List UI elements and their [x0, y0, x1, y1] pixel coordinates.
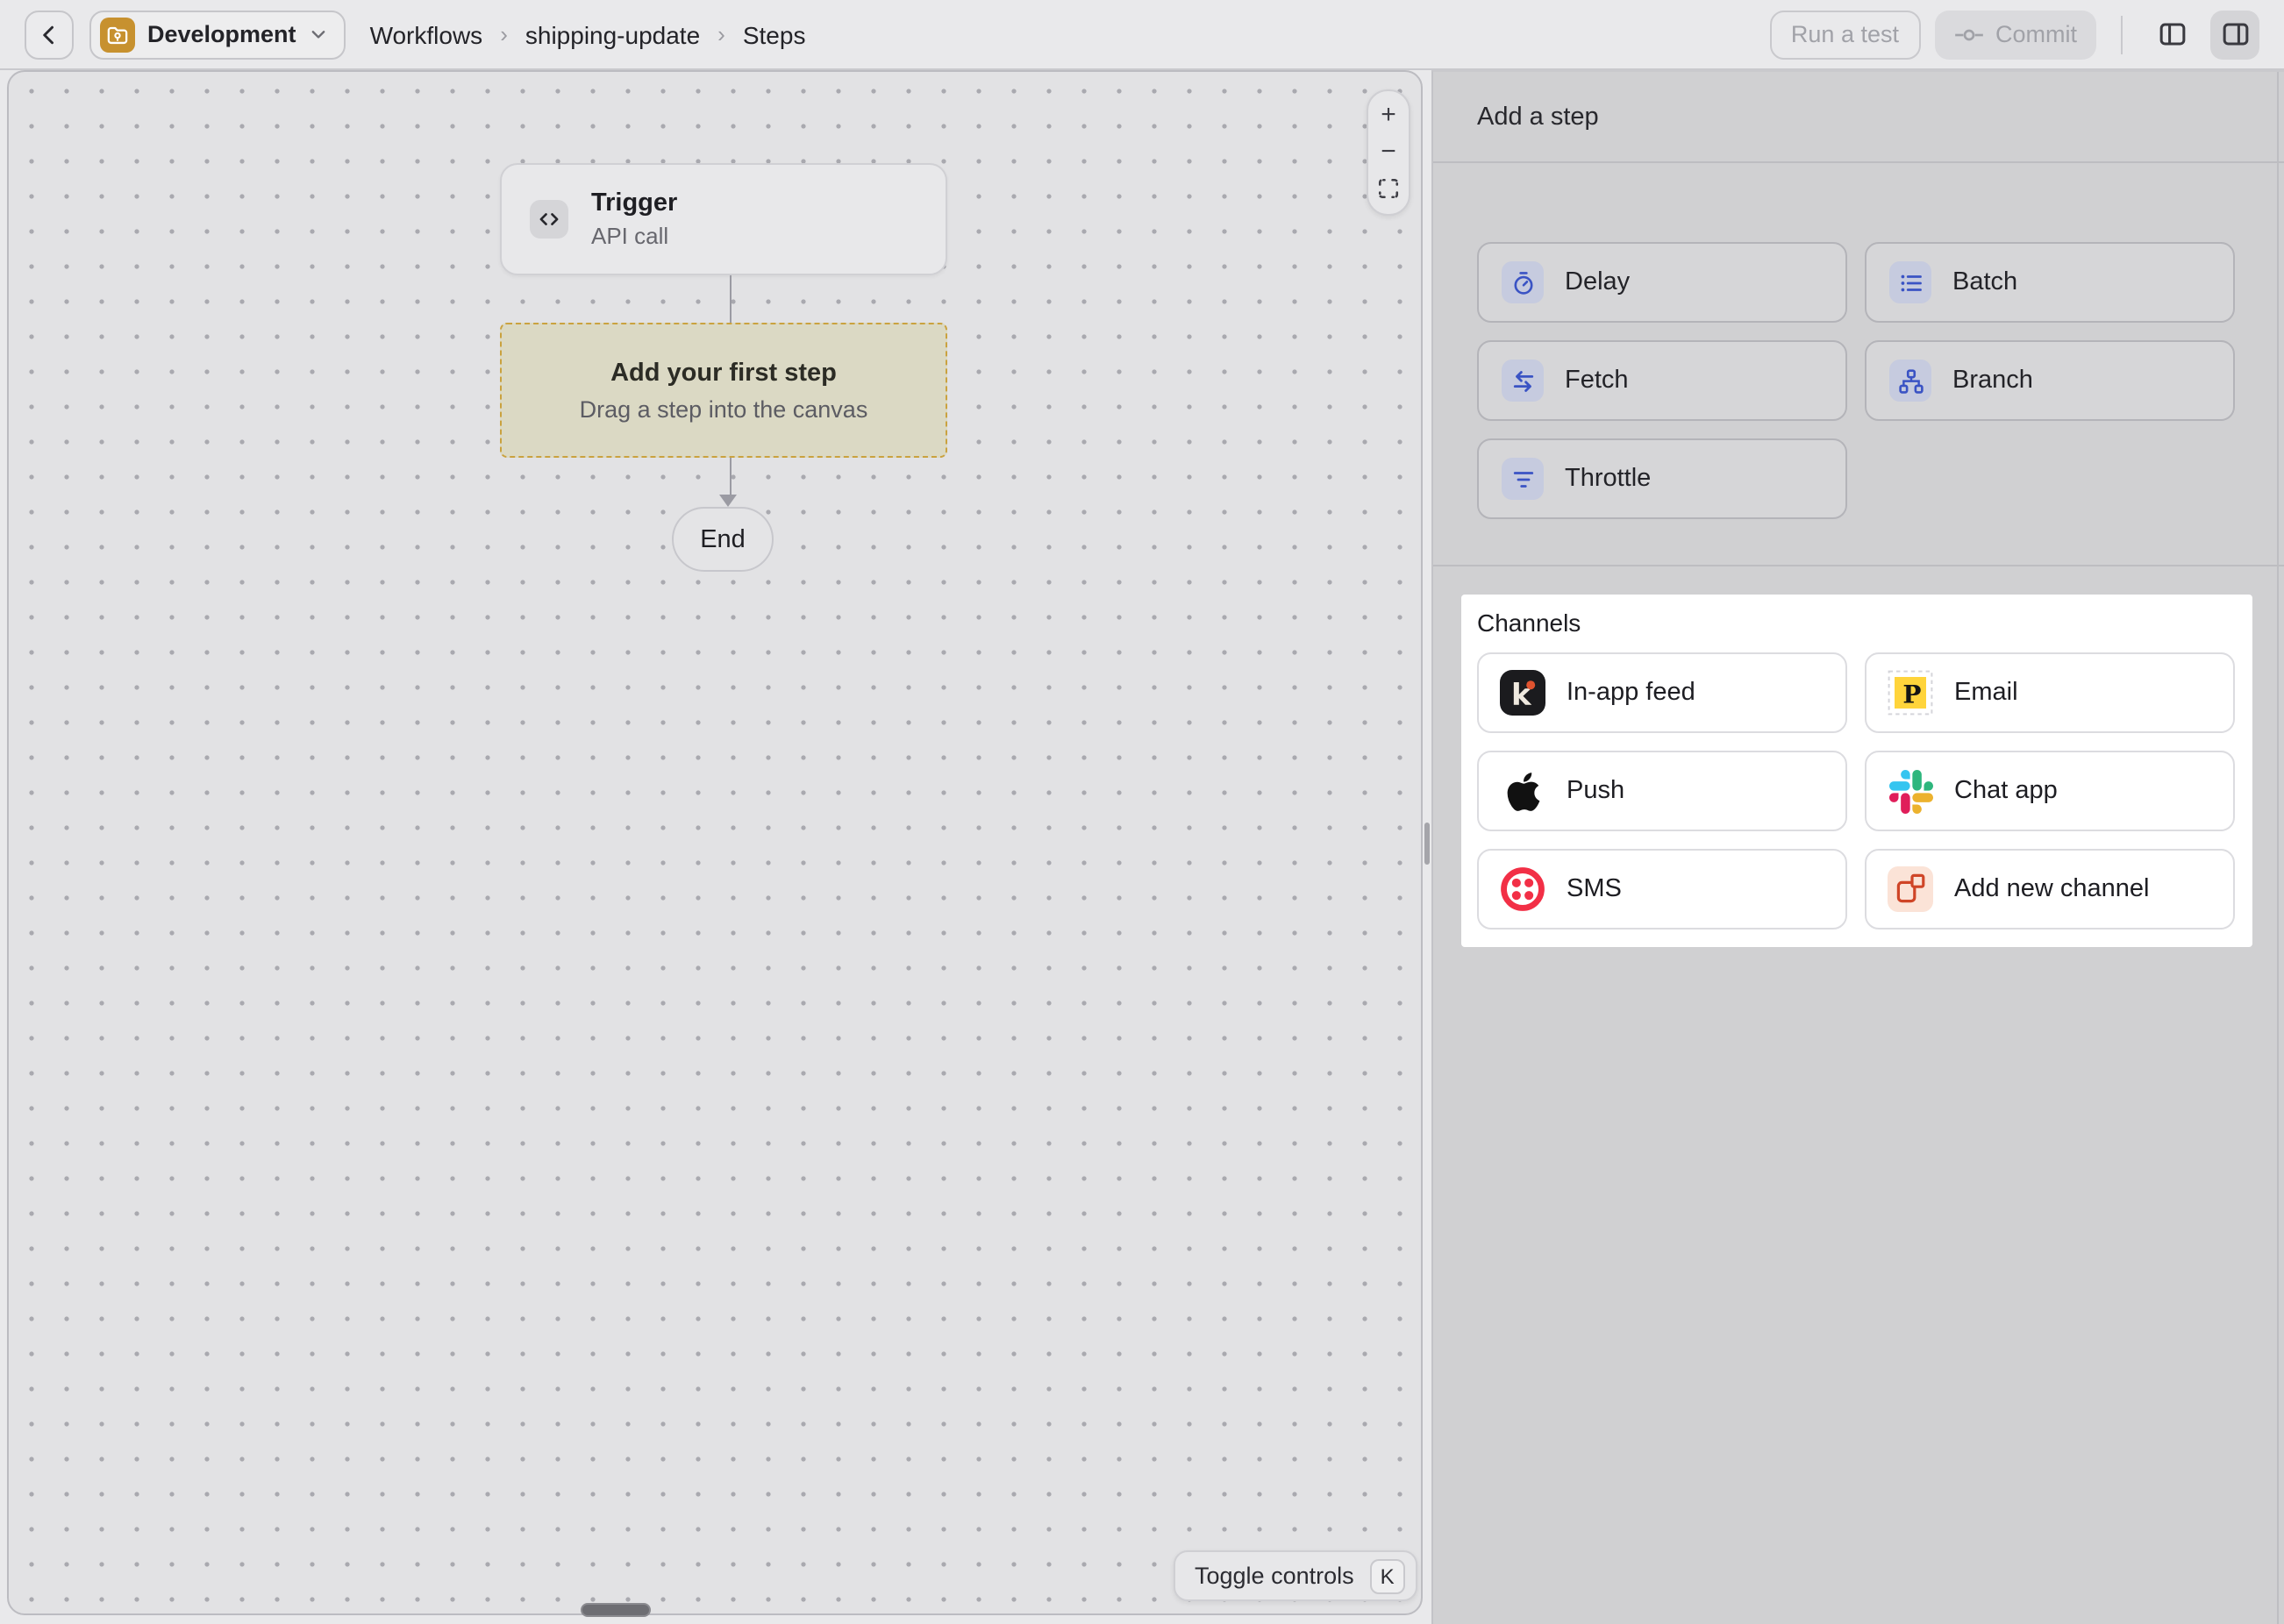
dropzone-subtitle: Drag a step into the canvas — [580, 395, 868, 422]
trigger-node-title: Trigger — [591, 188, 677, 221]
workflow-builder-app: Development Workflows › shipping-update … — [0, 0, 2284, 1624]
toggle-right-panel-button[interactable] — [2210, 10, 2259, 59]
fetch-arrows-icon — [1502, 360, 1544, 402]
channel-label: In-app feed — [1567, 679, 1695, 707]
add-channel-blocks-icon — [1888, 866, 1933, 912]
functions-grid: Delay Batch — [1477, 242, 2235, 519]
git-commit-icon — [1953, 25, 1983, 43]
add-first-step-dropzone[interactable]: Add your first step Drag a step into the… — [500, 323, 947, 458]
channel-chat-app-button[interactable]: Chat app — [1865, 751, 2235, 831]
function-label: Delay — [1565, 268, 1630, 296]
minus-icon: − — [1381, 137, 1396, 168]
fit-view-button[interactable] — [1370, 171, 1407, 206]
channel-email-button[interactable]: P Email — [1865, 652, 2235, 733]
channel-sms-button[interactable]: SMS — [1477, 849, 1847, 930]
postmark-logo-icon: P — [1888, 670, 1933, 716]
function-throttle-button[interactable]: Throttle — [1477, 438, 1847, 519]
panel-header: Add a step — [1433, 72, 2284, 163]
channel-label: Add new channel — [1954, 875, 2150, 903]
breadcrumb-separator: › — [500, 21, 508, 47]
trigger-node[interactable]: Trigger API call — [500, 163, 947, 275]
delay-stopwatch-icon — [1502, 261, 1544, 303]
toolbar-divider — [2121, 15, 2123, 53]
commit-button[interactable]: Commit — [1934, 10, 2096, 59]
toggle-controls-label: Toggle controls — [1195, 1563, 1354, 1589]
back-button[interactable] — [25, 10, 74, 59]
environment-label: Development — [147, 21, 296, 47]
function-label: Throttle — [1565, 465, 1651, 493]
panel-title: Add a step — [1477, 103, 1599, 131]
channel-label: SMS — [1567, 875, 1622, 903]
channel-label: Push — [1567, 777, 1624, 805]
panel-scrollbar-track[interactable] — [2277, 72, 2279, 1624]
connector-line — [729, 275, 732, 323]
channels-section-label: Channels — [1477, 609, 1581, 637]
zoom-in-button[interactable]: + — [1370, 99, 1407, 134]
toggle-controls-button[interactable]: Toggle controls K — [1174, 1550, 1417, 1601]
environment-folder-icon — [100, 17, 135, 52]
end-node-label: End — [700, 525, 746, 553]
channel-in-app-feed-button[interactable]: k In-app feed — [1477, 652, 1847, 733]
panel-right-icon — [2220, 19, 2250, 49]
function-label: Batch — [1952, 268, 2017, 296]
add-step-panel: Add a step Functions Delay — [1431, 70, 2284, 1624]
chevron-down-icon — [309, 25, 328, 44]
apple-logo-icon — [1500, 768, 1545, 814]
toolbar-actions: Run a test Commit — [1770, 10, 2259, 59]
function-label: Fetch — [1565, 367, 1629, 395]
section-divider — [1433, 565, 2284, 566]
end-node: End — [672, 507, 774, 572]
trigger-node-subtitle: API call — [591, 221, 677, 251]
plus-icon: + — [1381, 101, 1396, 132]
zoom-out-button[interactable]: − — [1370, 135, 1407, 170]
fit-view-icon — [1377, 177, 1400, 200]
channel-label: Chat app — [1954, 777, 2058, 805]
dropzone-title: Add your first step — [610, 359, 837, 387]
knock-logo-icon: k — [1500, 670, 1545, 716]
function-branch-button[interactable]: Branch — [1865, 340, 2235, 421]
slack-logo-icon — [1888, 768, 1933, 814]
breadcrumb-steps[interactable]: Steps — [743, 20, 806, 48]
canvas-zoom-controls: + − — [1367, 89, 1410, 216]
function-label: Branch — [1952, 367, 2033, 395]
breadcrumb: Workflows › shipping-update › Steps — [370, 20, 806, 48]
channels-grid: k In-app feed P Email — [1477, 652, 2235, 930]
connector-arrowhead-icon — [719, 495, 737, 507]
add-new-channel-button[interactable]: Add new channel — [1865, 849, 2235, 930]
breadcrumb-workflows[interactable]: Workflows — [370, 20, 483, 48]
function-delay-button[interactable]: Delay — [1477, 242, 1847, 323]
toolbar: Development Workflows › shipping-update … — [0, 0, 2284, 70]
channel-push-button[interactable]: Push — [1477, 751, 1847, 831]
code-icon — [530, 200, 568, 239]
horizontal-scrollbar-thumb[interactable] — [581, 1603, 651, 1617]
commit-label: Commit — [1995, 21, 2077, 47]
keyboard-shortcut-key: K — [1370, 1558, 1405, 1593]
twilio-logo-icon — [1500, 866, 1545, 912]
workflow-canvas[interactable]: Trigger API call Add your first step Dra… — [7, 70, 1423, 1615]
vertical-scrollbar-thumb[interactable] — [1424, 823, 1430, 865]
breadcrumb-workflow-name[interactable]: shipping-update — [525, 20, 700, 48]
function-batch-button[interactable]: Batch — [1865, 242, 2235, 323]
branch-sitemap-icon — [1889, 360, 1931, 402]
svg-text:P: P — [1902, 680, 1921, 709]
channels-spotlight-card: Channels k In-app feed — [1461, 595, 2252, 947]
breadcrumb-separator: › — [717, 21, 725, 47]
connector-line — [729, 458, 732, 495]
channel-label: Email — [1954, 679, 2018, 707]
batch-list-icon — [1889, 261, 1931, 303]
chevron-left-icon — [37, 22, 61, 46]
panel-left-icon — [2157, 19, 2187, 49]
throttle-lines-icon — [1502, 458, 1544, 500]
environment-switcher[interactable]: Development — [89, 10, 346, 59]
run-a-test-button[interactable]: Run a test — [1770, 10, 1920, 59]
function-fetch-button[interactable]: Fetch — [1477, 340, 1847, 421]
toggle-left-panel-button[interactable] — [2147, 10, 2196, 59]
